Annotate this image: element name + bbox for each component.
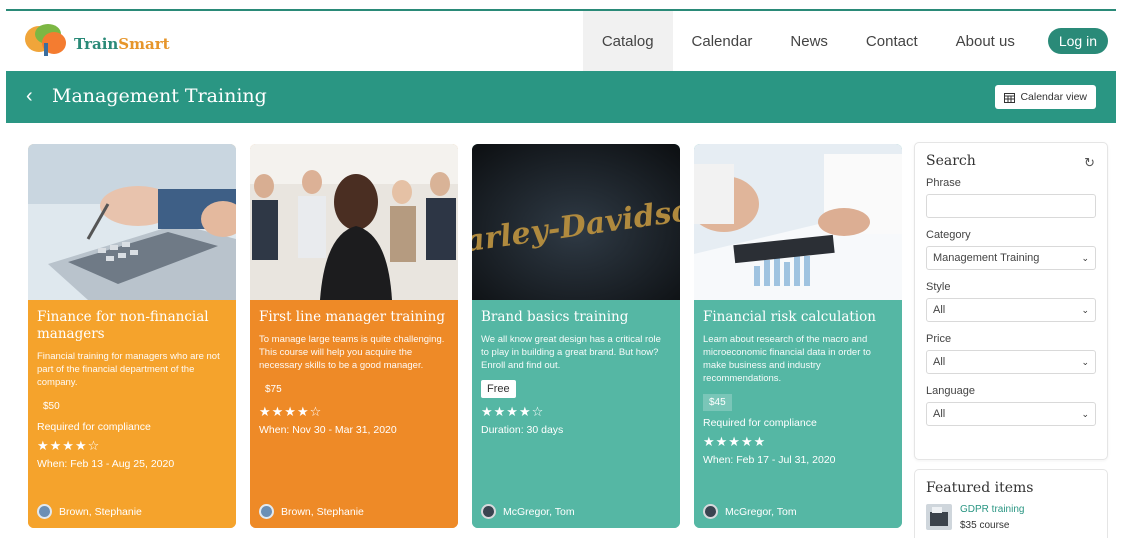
course-card-body: Financial risk calculation Learn about r… (694, 300, 902, 528)
course-card[interactable]: Finance for non-financial managers Finan… (28, 144, 236, 528)
course-image-financial-charts (694, 144, 902, 300)
nav-about-us[interactable]: About us (937, 11, 1034, 71)
login-button[interactable]: Log in (1047, 28, 1108, 54)
avatar-icon (481, 504, 496, 519)
price-select[interactable]: All ⌄ (926, 350, 1096, 374)
author-name: McGregor, Tom (503, 505, 575, 518)
price-value: All (933, 356, 946, 368)
chevron-down-icon: ⌄ (1081, 252, 1089, 263)
course-image-calculator (28, 144, 236, 300)
style-label: Style (926, 281, 951, 293)
course-title[interactable]: Finance for non-financial managers (37, 309, 227, 343)
course-title[interactable]: Brand basics training (481, 309, 671, 326)
course-card-body: Brand basics training We all know great … (472, 300, 680, 528)
avatar-icon (703, 504, 718, 519)
phrase-input[interactable] (926, 194, 1096, 218)
course-duration: Duration: 30 days (481, 424, 564, 436)
brand-name-part2: Smart (118, 35, 170, 53)
featured-panel: Featured items GDPR training $35 course (914, 469, 1108, 538)
page-title: Management Training (52, 85, 267, 107)
course-title[interactable]: First line manager training (259, 309, 449, 326)
featured-thumbnail (926, 504, 952, 530)
author-name: McGregor, Tom (725, 505, 797, 518)
calendar-view-label: Calendar view (1020, 91, 1087, 103)
course-card-body: First line manager training To manage la… (250, 300, 458, 528)
calendar-view-button[interactable]: Calendar view (995, 85, 1096, 109)
chevron-down-icon: ⌄ (1081, 356, 1089, 367)
reset-icon[interactable]: ↻ (1084, 155, 1095, 171)
search-panel: Search ↻ Phrase Category Management Trai… (914, 142, 1108, 460)
avatar-icon (259, 504, 274, 519)
course-image-harley-davidson: Harley-Davidson (472, 144, 680, 300)
site-header: TrainSmart Catalog Calendar News Contact… (6, 11, 1116, 71)
course-description: To manage large teams is quite challengi… (259, 334, 445, 371)
language-label: Language (926, 385, 975, 397)
author-name: Brown, Stephanie (281, 505, 364, 518)
compliance-label: Required for compliance (703, 417, 817, 429)
style-select[interactable]: All ⌄ (926, 298, 1096, 322)
course-dates: When: Feb 13 - Aug 25, 2020 (37, 458, 175, 470)
nav-calendar[interactable]: Calendar (673, 11, 772, 71)
avatar-icon (37, 504, 52, 519)
nav-news[interactable]: News (771, 11, 847, 71)
course-description: We all know great design has a critical … (481, 334, 661, 371)
course-card[interactable]: Harley-Davidson Brand basics training We… (472, 144, 680, 528)
star-rating: ★★★★☆ (37, 438, 101, 453)
calendar-icon (1004, 92, 1016, 103)
price-badge: $45 (703, 394, 732, 411)
main-nav: Catalog Calendar News Contact About us L… (582, 11, 1116, 71)
brand-name-part1: Train (74, 35, 119, 53)
chevron-down-icon: ⌄ (1081, 304, 1089, 315)
brand-name: TrainSmart (74, 35, 170, 53)
star-rating: ★★★★☆ (259, 404, 323, 419)
category-label: Category (926, 229, 971, 241)
course-card[interactable]: Financial risk calculation Learn about r… (694, 144, 902, 528)
featured-item-text: GDPR training $35 course (960, 504, 1024, 533)
compliance-label: Required for compliance (37, 421, 151, 433)
style-value: All (933, 304, 946, 316)
language-value: All (933, 408, 946, 420)
chevron-left-icon[interactable]: ‹ (26, 85, 33, 108)
course-description: Financial training for managers who are … (37, 351, 220, 388)
course-author[interactable]: Brown, Stephanie (259, 504, 364, 519)
course-title[interactable]: Financial risk calculation (703, 309, 893, 326)
logo[interactable]: TrainSmart (24, 23, 174, 59)
price-badge: Free (481, 380, 516, 398)
price-badge: $50 (43, 401, 60, 412)
course-author[interactable]: McGregor, Tom (703, 504, 797, 519)
nav-contact[interactable]: Contact (847, 11, 937, 71)
phrase-label: Phrase (926, 177, 961, 189)
course-image-meeting (250, 144, 458, 300)
category-banner: ‹ Management Training Calendar view (6, 71, 1116, 123)
course-dates: When: Nov 30 - Mar 31, 2020 (259, 424, 397, 436)
author-name: Brown, Stephanie (59, 505, 142, 518)
featured-item-price: $35 course (960, 520, 1010, 531)
price-badge: $75 (265, 384, 282, 395)
featured-item-link[interactable]: GDPR training (960, 504, 1024, 515)
course-card-body: Finance for non-financial managers Finan… (28, 300, 236, 528)
category-value: Management Training (933, 252, 1040, 264)
featured-title: Featured items (926, 480, 1034, 496)
course-dates: When: Feb 17 - Jul 31, 2020 (703, 454, 836, 466)
star-rating: ★★★★☆ (481, 404, 545, 419)
course-author[interactable]: Brown, Stephanie (37, 504, 142, 519)
price-label: Price (926, 333, 952, 345)
course-description: Learn about research of the macro and mi… (703, 334, 871, 384)
nav-catalog[interactable]: Catalog (582, 11, 673, 71)
course-author[interactable]: McGregor, Tom (481, 504, 575, 519)
category-select[interactable]: Management Training ⌄ (926, 246, 1096, 270)
chevron-down-icon: ⌄ (1081, 408, 1089, 419)
course-card[interactable]: First line manager training To manage la… (250, 144, 458, 528)
search-title: Search (926, 153, 976, 169)
star-rating: ★★★★★ (703, 434, 767, 449)
logo-tree-icon (25, 24, 66, 56)
language-select[interactable]: All ⌄ (926, 402, 1096, 426)
featured-item[interactable]: GDPR training $35 course (926, 504, 1096, 533)
